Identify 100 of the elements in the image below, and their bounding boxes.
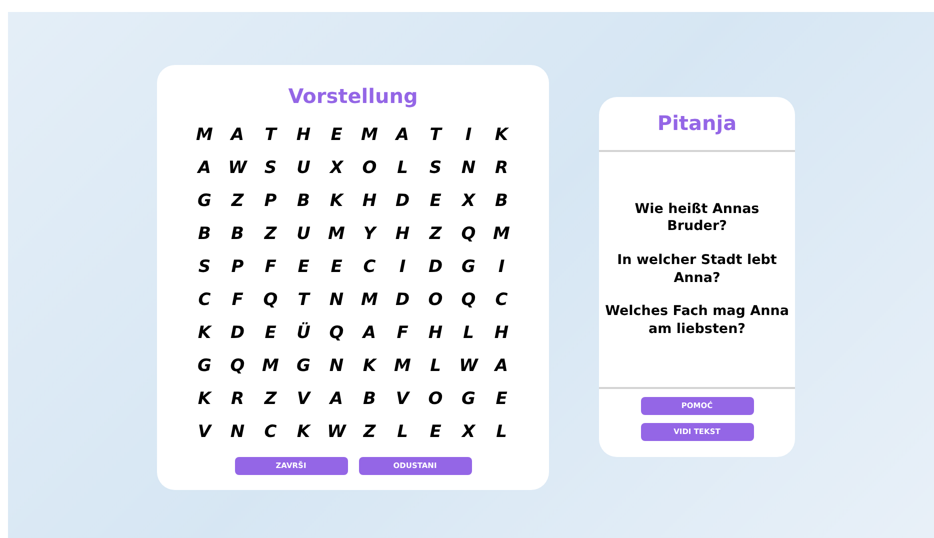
- grid-letter[interactable]: M: [386, 350, 419, 383]
- grid-letter[interactable]: L: [386, 416, 419, 449]
- grid-letter[interactable]: E: [419, 185, 452, 218]
- grid-letter[interactable]: A: [386, 119, 419, 152]
- grid-letter[interactable]: D: [419, 251, 452, 284]
- grid-letter[interactable]: O: [419, 284, 452, 317]
- grid-letter[interactable]: C: [353, 251, 386, 284]
- grid-letter[interactable]: U: [287, 218, 320, 251]
- grid-letter[interactable]: F: [386, 317, 419, 350]
- grid-letter[interactable]: K: [353, 350, 386, 383]
- grid-letter[interactable]: K: [320, 185, 353, 218]
- grid-letter[interactable]: I: [485, 251, 518, 284]
- grid-letter[interactable]: W: [320, 416, 353, 449]
- grid-letter[interactable]: Y: [353, 218, 386, 251]
- grid-letter[interactable]: A: [353, 317, 386, 350]
- grid-letter[interactable]: G: [188, 185, 221, 218]
- grid-letter[interactable]: K: [188, 317, 221, 350]
- grid-letter[interactable]: X: [320, 152, 353, 185]
- grid-letter[interactable]: Q: [254, 284, 287, 317]
- grid-letter[interactable]: N: [221, 416, 254, 449]
- grid-letter[interactable]: P: [254, 185, 287, 218]
- grid-letter[interactable]: E: [320, 251, 353, 284]
- grid-letter[interactable]: B: [485, 185, 518, 218]
- grid-letter[interactable]: B: [287, 185, 320, 218]
- grid-letter[interactable]: Z: [353, 416, 386, 449]
- grid-letter[interactable]: A: [320, 383, 353, 416]
- grid-letter[interactable]: C: [188, 284, 221, 317]
- grid-letter[interactable]: E: [485, 383, 518, 416]
- grid-letter[interactable]: O: [353, 152, 386, 185]
- grid-letter[interactable]: M: [320, 218, 353, 251]
- grid-letter[interactable]: M: [485, 218, 518, 251]
- grid-letter[interactable]: H: [386, 218, 419, 251]
- grid-letter[interactable]: G: [452, 251, 485, 284]
- grid-letter[interactable]: Z: [254, 383, 287, 416]
- grid-letter[interactable]: H: [353, 185, 386, 218]
- grid-letter[interactable]: L: [386, 152, 419, 185]
- grid-letter[interactable]: X: [452, 185, 485, 218]
- grid-letter[interactable]: S: [419, 152, 452, 185]
- grid-letter[interactable]: I: [452, 119, 485, 152]
- grid-letter[interactable]: D: [386, 185, 419, 218]
- grid-letter[interactable]: V: [287, 383, 320, 416]
- grid-letter[interactable]: U: [287, 152, 320, 185]
- grid-letter[interactable]: B: [353, 383, 386, 416]
- grid-letter[interactable]: G: [287, 350, 320, 383]
- grid-letter[interactable]: V: [188, 416, 221, 449]
- grid-letter[interactable]: T: [419, 119, 452, 152]
- grid-letter[interactable]: M: [254, 350, 287, 383]
- grid-letter[interactable]: Z: [254, 218, 287, 251]
- grid-letter[interactable]: T: [254, 119, 287, 152]
- grid-letter[interactable]: P: [221, 251, 254, 284]
- grid-letter[interactable]: H: [419, 317, 452, 350]
- grid-letter[interactable]: C: [485, 284, 518, 317]
- grid-letter[interactable]: H: [485, 317, 518, 350]
- grid-letter[interactable]: Z: [419, 218, 452, 251]
- grid-letter[interactable]: R: [485, 152, 518, 185]
- grid-letter[interactable]: M: [188, 119, 221, 152]
- grid-letter[interactable]: Q: [452, 218, 485, 251]
- grid-letter[interactable]: R: [221, 383, 254, 416]
- grid-letter[interactable]: E: [254, 317, 287, 350]
- grid-letter[interactable]: K: [287, 416, 320, 449]
- grid-letter[interactable]: E: [320, 119, 353, 152]
- grid-letter[interactable]: A: [485, 350, 518, 383]
- grid-letter[interactable]: Z: [221, 185, 254, 218]
- grid-letter[interactable]: D: [386, 284, 419, 317]
- grid-letter[interactable]: L: [452, 317, 485, 350]
- grid-letter[interactable]: W: [221, 152, 254, 185]
- grid-letter[interactable]: S: [254, 152, 287, 185]
- grid-letter[interactable]: C: [254, 416, 287, 449]
- grid-letter[interactable]: Q: [320, 317, 353, 350]
- grid-letter[interactable]: M: [353, 284, 386, 317]
- grid-letter[interactable]: Q: [452, 284, 485, 317]
- grid-letter[interactable]: E: [419, 416, 452, 449]
- grid-letter[interactable]: V: [386, 383, 419, 416]
- grid-letter[interactable]: N: [320, 350, 353, 383]
- grid-letter[interactable]: F: [254, 251, 287, 284]
- grid-letter[interactable]: A: [188, 152, 221, 185]
- grid-letter[interactable]: A: [221, 119, 254, 152]
- grid-letter[interactable]: E: [287, 251, 320, 284]
- grid-letter[interactable]: T: [287, 284, 320, 317]
- grid-letter[interactable]: K: [188, 383, 221, 416]
- grid-letter[interactable]: Q: [221, 350, 254, 383]
- grid-letter[interactable]: L: [485, 416, 518, 449]
- grid-letter[interactable]: M: [353, 119, 386, 152]
- grid-letter[interactable]: Ü: [287, 317, 320, 350]
- grid-letter[interactable]: S: [188, 251, 221, 284]
- grid-letter[interactable]: O: [419, 383, 452, 416]
- grid-letter[interactable]: G: [452, 383, 485, 416]
- grid-letter[interactable]: N: [452, 152, 485, 185]
- grid-letter[interactable]: W: [452, 350, 485, 383]
- grid-letter[interactable]: B: [221, 218, 254, 251]
- grid-letter[interactable]: F: [221, 284, 254, 317]
- grid-letter[interactable]: I: [386, 251, 419, 284]
- grid-letter[interactable]: B: [188, 218, 221, 251]
- grid-letter[interactable]: D: [221, 317, 254, 350]
- grid-letter[interactable]: G: [188, 350, 221, 383]
- grid-letter[interactable]: K: [485, 119, 518, 152]
- grid-letter[interactable]: H: [287, 119, 320, 152]
- grid-letter[interactable]: L: [419, 350, 452, 383]
- grid-letter[interactable]: N: [320, 284, 353, 317]
- grid-letter[interactable]: X: [452, 416, 485, 449]
